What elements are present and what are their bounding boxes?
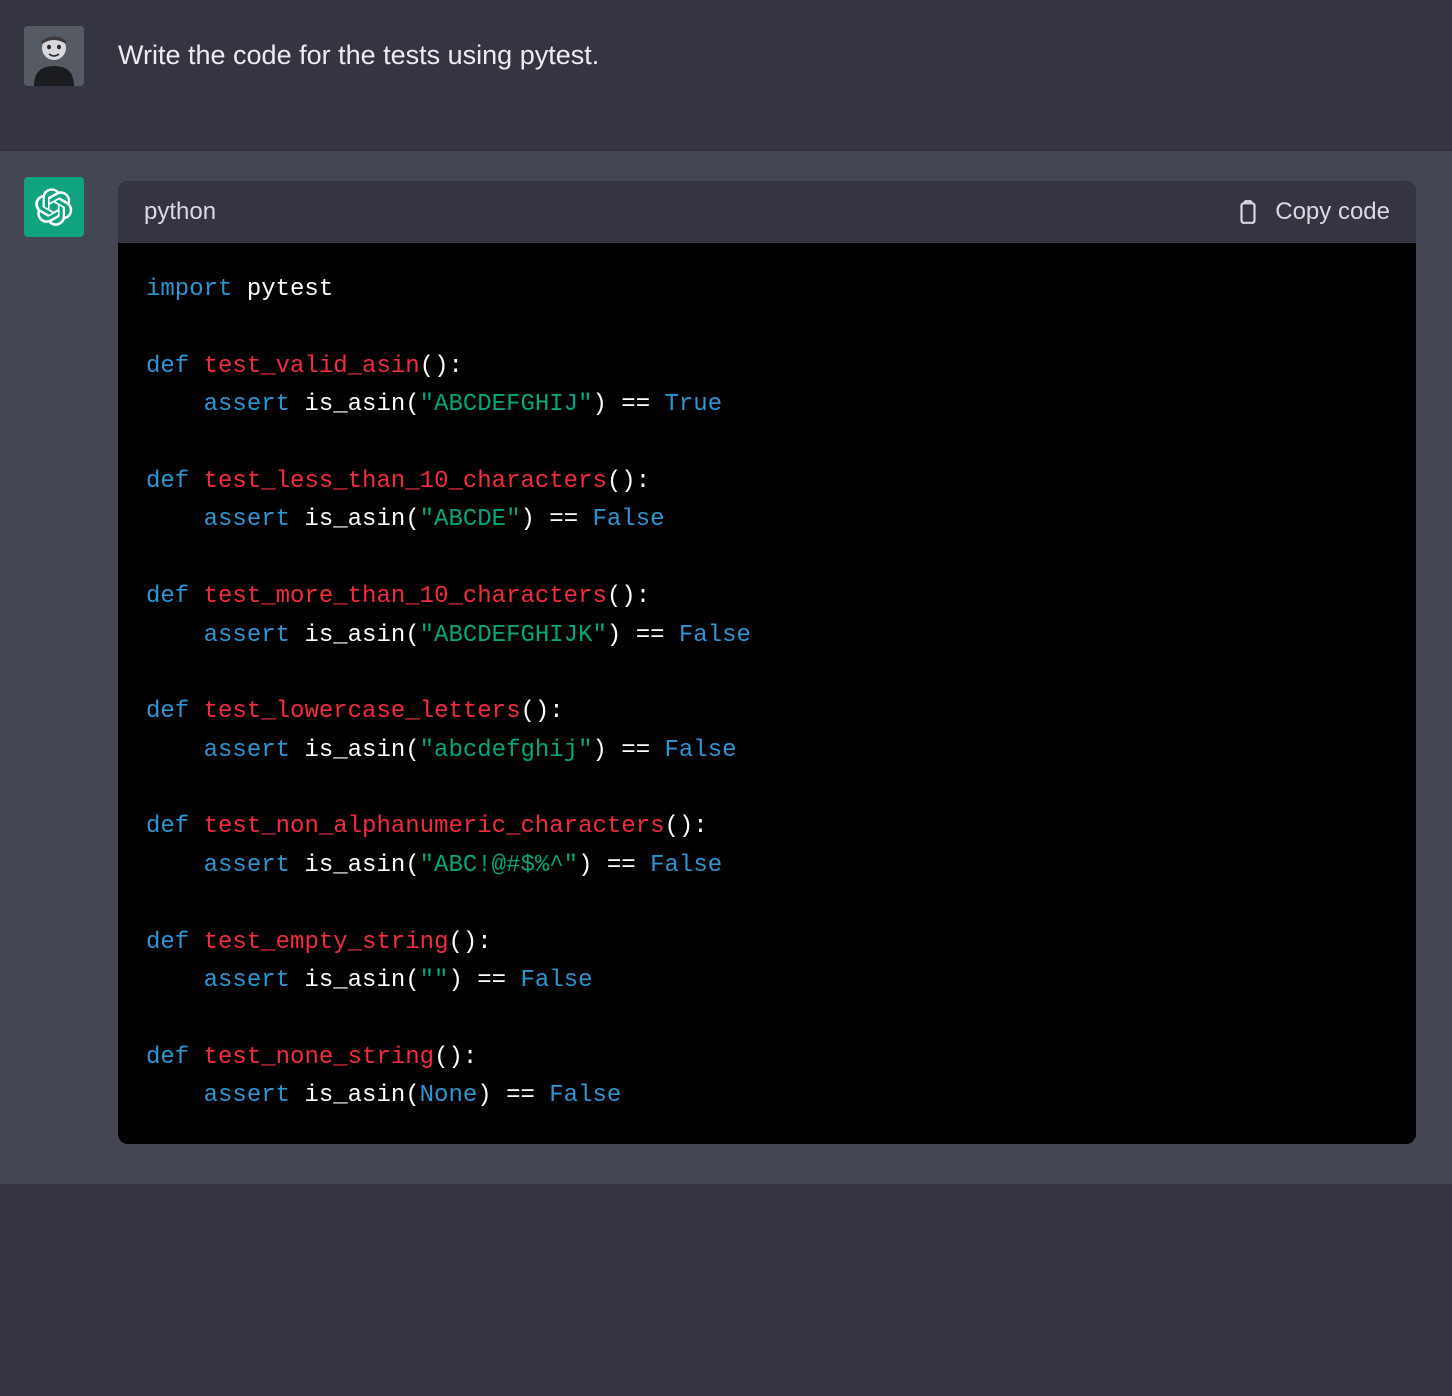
clipboard-icon — [1235, 197, 1261, 227]
assistant-avatar — [24, 177, 84, 237]
copy-code-button[interactable]: Copy code — [1235, 197, 1390, 227]
user-avatar — [24, 26, 84, 86]
code-language-label: python — [144, 198, 216, 226]
openai-logo-icon — [35, 188, 73, 226]
copy-code-label: Copy code — [1275, 198, 1390, 226]
user-message-text: Write the code for the tests using pytes… — [118, 26, 599, 75]
code-content[interactable]: import pytest def test_valid_asin(): ass… — [118, 243, 1416, 1144]
code-block-header: python Copy code — [118, 181, 1416, 243]
user-avatar-image — [24, 26, 84, 86]
assistant-message-row: python Copy code import pytest def test_… — [0, 151, 1452, 1184]
code-block: python Copy code import pytest def test_… — [118, 181, 1416, 1144]
user-message-row: Write the code for the tests using pytes… — [0, 0, 1452, 151]
